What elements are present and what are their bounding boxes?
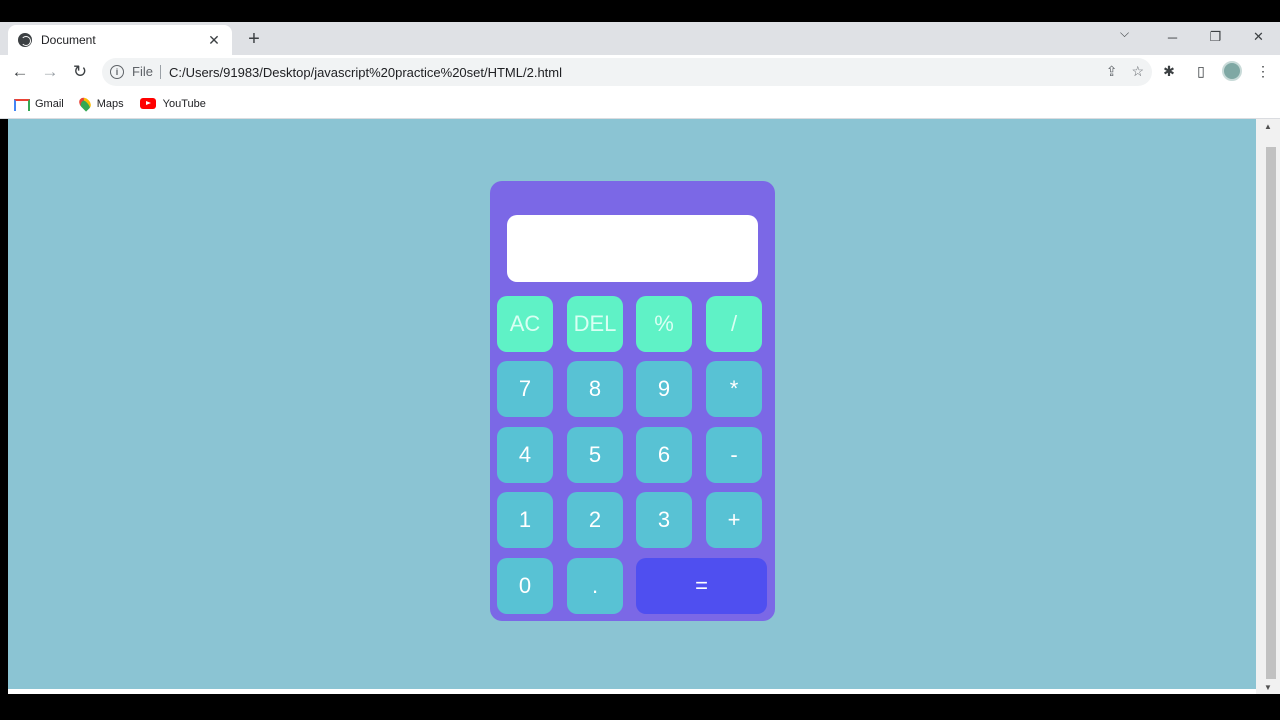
key-7[interactable]: 7 — [497, 361, 553, 417]
key-9[interactable]: 9 — [636, 361, 692, 417]
address-scheme: File — [132, 65, 161, 79]
bookmark-youtube[interactable]: YouTube — [139, 97, 206, 110]
minimize-button[interactable]: ─ — [1151, 22, 1194, 52]
key-4[interactable]: 4 — [497, 427, 553, 483]
key-del[interactable]: DEL — [567, 296, 623, 352]
page-bottom-edge — [8, 689, 1256, 694]
scroll-up-icon[interactable]: ▲ — [1256, 122, 1280, 131]
restore-button[interactable]: ❐ — [1194, 22, 1237, 52]
key-ac[interactable]: AC — [497, 296, 553, 352]
reload-button[interactable]: ↻ — [65, 57, 95, 87]
key-equals[interactable]: = — [636, 558, 767, 614]
bookmark-label: Gmail — [35, 97, 64, 110]
key-divide[interactable]: / — [706, 296, 762, 352]
scroll-down-icon[interactable]: ▼ — [1256, 683, 1280, 692]
browser-toolbar: ← → ↻ i File C:/Users/91983/Desktop/java… — [0, 55, 1280, 89]
omnibox-actions: ⇪ ☆ — [1106, 63, 1144, 80]
forward-button[interactable]: → — [35, 57, 65, 87]
back-button[interactable]: ← — [5, 57, 35, 87]
new-tab-button[interactable]: + — [244, 27, 264, 51]
tab-close-icon[interactable]: ✕ — [206, 32, 222, 49]
bookmark-star-icon[interactable]: ☆ — [1131, 63, 1144, 80]
scroll-thumb[interactable] — [1266, 147, 1276, 679]
gmail-icon — [14, 98, 30, 111]
key-0[interactable]: 0 — [497, 558, 553, 614]
key-2[interactable]: 2 — [567, 492, 623, 548]
key-plus[interactable]: + — [706, 492, 762, 548]
vertical-scrollbar[interactable]: ▲ ▼ — [1256, 119, 1280, 694]
key-5[interactable]: 5 — [567, 427, 623, 483]
key-decimal[interactable]: . — [567, 558, 623, 614]
toolbar-right: ✱ ▯ ⋮ — [1158, 59, 1274, 83]
youtube-icon — [139, 98, 156, 109]
address-url[interactable]: C:/Users/91983/Desktop/javascript%20prac… — [169, 65, 562, 80]
address-bar[interactable]: i File C:/Users/91983/Desktop/javascript… — [102, 58, 1152, 86]
tab-search-icon[interactable]: ⌵ — [1120, 26, 1129, 41]
bookmark-gmail[interactable]: Gmail — [14, 97, 64, 111]
window-controls: ─ ❐ ✕ — [1151, 22, 1280, 52]
key-percent[interactable]: % — [636, 296, 692, 352]
key-8[interactable]: 8 — [567, 361, 623, 417]
key-multiply[interactable]: * — [706, 361, 762, 417]
key-6[interactable]: 6 — [636, 427, 692, 483]
maps-icon — [76, 95, 93, 112]
screen: Document ✕ + ⌵ ─ ❐ ✕ ← → ↻ i File C:/Use… — [0, 0, 1280, 720]
key-3[interactable]: 3 — [636, 492, 692, 548]
extensions-icon[interactable]: ✱ — [1158, 59, 1180, 83]
bookmark-label: Maps — [96, 97, 124, 110]
bookmarks-bar: Gmail Maps YouTube — [0, 89, 1280, 119]
calculator-display[interactable] — [507, 215, 758, 282]
profile-avatar[interactable] — [1222, 61, 1242, 81]
browser-tab[interactable]: Document ✕ — [8, 25, 232, 55]
info-icon[interactable]: i — [110, 65, 124, 79]
globe-icon — [18, 33, 32, 47]
bookmark-label: YouTube — [162, 97, 206, 110]
page-content: AC DEL % / 7 8 9 * 4 5 6 - 1 2 3 + 0 . = — [8, 119, 1256, 689]
share-icon[interactable]: ⇪ — [1106, 63, 1118, 80]
tab-strip: Document ✕ + ⌵ ─ ❐ ✕ — [0, 22, 1280, 55]
menu-kebab-icon[interactable]: ⋮ — [1252, 59, 1274, 83]
key-1[interactable]: 1 — [497, 492, 553, 548]
tab-title: Document — [41, 33, 96, 47]
calculator: AC DEL % / 7 8 9 * 4 5 6 - 1 2 3 + 0 . = — [490, 181, 775, 621]
bookmark-maps[interactable]: Maps — [76, 95, 124, 112]
side-panel-icon[interactable]: ▯ — [1190, 59, 1212, 83]
close-window-button[interactable]: ✕ — [1237, 22, 1280, 52]
key-minus[interactable]: - — [706, 427, 762, 483]
